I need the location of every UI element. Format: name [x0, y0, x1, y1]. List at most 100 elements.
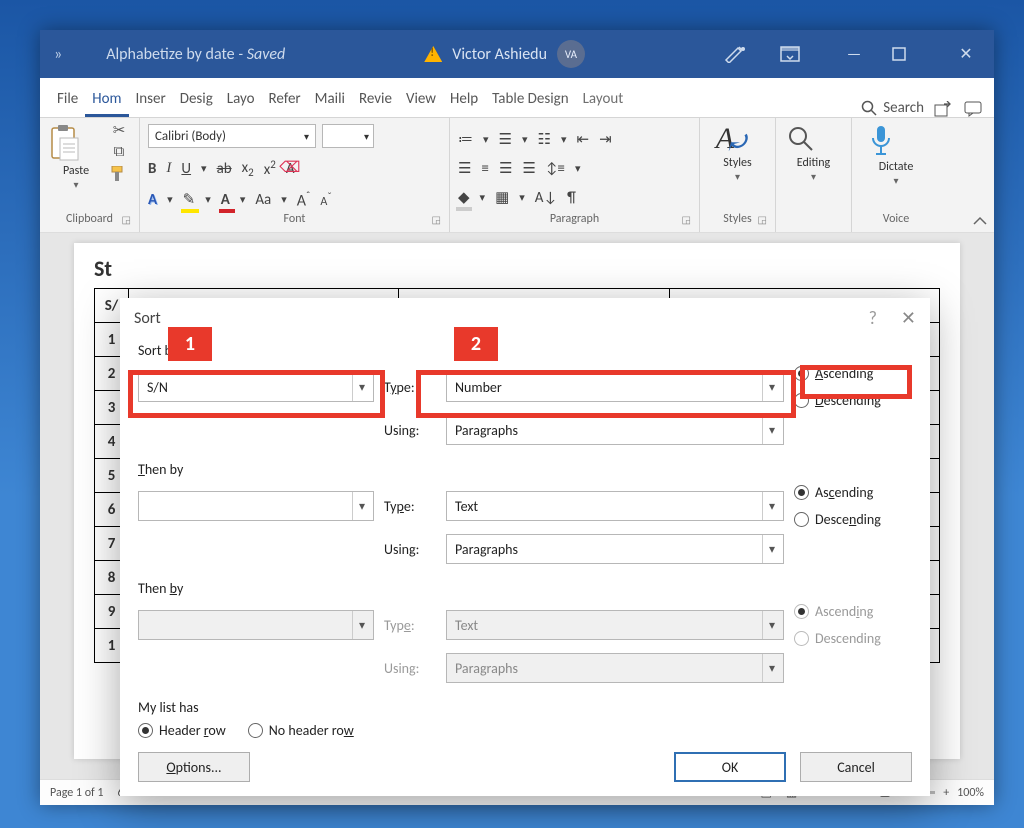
- no-header-row-radio[interactable]: No header row: [248, 722, 354, 739]
- sort-using-2-value: Paragraphs: [455, 541, 518, 558]
- subscript-button[interactable]: x2: [242, 159, 254, 179]
- shrink-font-button[interactable]: Aˇ: [320, 190, 331, 209]
- copy-icon[interactable]: ⧉: [114, 145, 125, 160]
- editing-label: Editing: [797, 156, 830, 170]
- line-spacing-button[interactable]: ↕≡: [546, 160, 565, 178]
- font-launcher-icon[interactable]: ◲: [432, 213, 441, 226]
- numbering-button[interactable]: ☰: [499, 130, 512, 149]
- close-button[interactable]: ✕: [948, 44, 984, 64]
- bullets-button[interactable]: ≔: [458, 130, 473, 149]
- multilevel-button[interactable]: ☷: [538, 130, 551, 149]
- tab-mailings[interactable]: Maili: [308, 82, 352, 117]
- sort-type-1[interactable]: Number▾: [446, 372, 784, 402]
- styles-launcher-icon[interactable]: ◲: [758, 213, 767, 226]
- tab-help[interactable]: Help: [443, 82, 485, 117]
- tab-view[interactable]: View: [399, 82, 443, 117]
- ascending-2[interactable]: Ascending: [794, 484, 881, 501]
- font-size-combo[interactable]: ▾: [322, 124, 374, 148]
- avatar[interactable]: VA: [557, 40, 585, 68]
- descending-2[interactable]: Descending: [794, 511, 881, 528]
- align-right-button[interactable]: ☰: [499, 159, 512, 178]
- ascending-1[interactable]: Ascending: [794, 365, 881, 382]
- align-left-button[interactable]: ☰: [458, 159, 471, 178]
- zoom-value[interactable]: 100%: [957, 786, 984, 800]
- warning-icon: [424, 46, 442, 62]
- sort-button[interactable]: A↓: [535, 189, 557, 207]
- share-button[interactable]: [934, 101, 964, 117]
- collapse-ribbon-icon[interactable]: [972, 216, 988, 228]
- draw-mode-icon[interactable]: [724, 45, 760, 63]
- dec-indent-button[interactable]: ⇤: [577, 130, 590, 149]
- borders-button[interactable]: ▦: [495, 188, 509, 207]
- dictate-label: Dictate: [879, 160, 914, 174]
- status-page[interactable]: Page 1 of 1: [50, 786, 104, 800]
- shading-button[interactable]: ◆: [458, 188, 470, 207]
- align-center-button[interactable]: ≡: [481, 160, 488, 178]
- highlight-button[interactable]: ✎: [183, 190, 196, 209]
- underline-button[interactable]: U: [181, 160, 191, 178]
- superscript-button[interactable]: x2: [264, 158, 276, 179]
- format-painter-icon[interactable]: [110, 166, 128, 182]
- help-icon[interactable]: ?: [869, 307, 877, 329]
- font-color-button[interactable]: A: [221, 191, 230, 209]
- tab-file[interactable]: File: [50, 82, 85, 117]
- descending-3: Descending: [794, 630, 881, 647]
- dialog-close-icon[interactable]: ✕: [901, 307, 916, 329]
- group-styles: Styles: [723, 212, 751, 226]
- font-name-combo[interactable]: Calibri (Body)▾: [148, 124, 316, 148]
- using-label-2: Using:: [384, 541, 436, 558]
- italic-button[interactable]: I: [166, 160, 171, 177]
- maximize-button[interactable]: [892, 47, 928, 61]
- sort-using-2[interactable]: Paragraphs▾: [446, 534, 784, 564]
- options-button[interactable]: Options...: [138, 752, 250, 782]
- tab-design[interactable]: Desig: [173, 82, 220, 117]
- callout-badge-2: 2: [454, 327, 498, 361]
- dictate-button[interactable]: Dictate▾: [868, 124, 924, 188]
- sort-type-2-value: Text: [455, 498, 478, 515]
- minimize-button[interactable]: —: [836, 45, 872, 64]
- sort-using-1[interactable]: Paragraphs▾: [446, 415, 784, 445]
- descending-1[interactable]: Descending: [794, 392, 881, 409]
- cancel-button[interactable]: Cancel: [800, 752, 912, 782]
- tab-review[interactable]: Revie: [352, 82, 399, 117]
- grow-font-button[interactable]: Aˆ: [297, 189, 311, 210]
- title-bar: » Alphabetize by date - Saved Victor Ash…: [40, 30, 994, 78]
- clipboard-launcher-icon[interactable]: ◲: [122, 213, 131, 226]
- text-effects-button[interactable]: A: [148, 191, 157, 209]
- sort-level-2: Then by ▾ Type: Text▾ Ascending Descendi…: [138, 461, 912, 570]
- search-box[interactable]: Search: [861, 99, 934, 117]
- cut-icon[interactable]: ✂: [113, 124, 126, 139]
- tab-home[interactable]: Hom: [85, 82, 128, 117]
- tab-references[interactable]: Refer: [262, 82, 308, 117]
- sort-type-1-value: Number: [455, 379, 502, 396]
- change-case-button[interactable]: Aa: [255, 191, 271, 209]
- justify-button[interactable]: ☰: [522, 159, 535, 178]
- show-marks-button[interactable]: ¶: [567, 189, 576, 207]
- tab-table-layout[interactable]: Layout: [576, 82, 631, 117]
- comments-button[interactable]: [964, 101, 994, 117]
- search-label: Search: [883, 99, 924, 117]
- sort-dialog: Sort ? ✕ Sort by S/N▾ Type: Number▾: [120, 298, 930, 796]
- strike-button[interactable]: ab: [217, 160, 232, 178]
- sort-type-3-value: Text: [455, 617, 478, 634]
- ok-button[interactable]: OK: [674, 752, 786, 782]
- header-row-radio[interactable]: Header row: [138, 722, 226, 739]
- inc-indent-button[interactable]: ⇥: [599, 130, 612, 149]
- paragraph-launcher-icon[interactable]: ◲: [682, 213, 691, 226]
- tab-table-design[interactable]: Table Design: [485, 82, 575, 117]
- qa-collapse-icon[interactable]: »: [50, 45, 66, 64]
- editing-button[interactable]: Editing▾: [786, 124, 842, 184]
- paste-button[interactable]: Paste▾: [48, 124, 104, 192]
- clear-format-button[interactable]: A⌫: [286, 160, 295, 178]
- type-label: Type:: [384, 379, 436, 396]
- ribbon-mode-icon[interactable]: [780, 46, 816, 62]
- bold-button[interactable]: B: [148, 160, 156, 178]
- sort-type-2[interactable]: Text▾: [446, 491, 784, 521]
- styles-button[interactable]: A⤾ Styles▾: [710, 124, 766, 184]
- zoom-in-button[interactable]: +: [943, 786, 949, 800]
- ribbon-tabs: File Hom Inser Desig Layo Refer Maili Re…: [40, 78, 994, 118]
- tab-layout[interactable]: Layo: [220, 82, 262, 117]
- tab-insert[interactable]: Inser: [129, 82, 173, 117]
- sort-field-2[interactable]: ▾: [138, 491, 374, 521]
- sort-field-1[interactable]: S/N▾: [138, 372, 374, 402]
